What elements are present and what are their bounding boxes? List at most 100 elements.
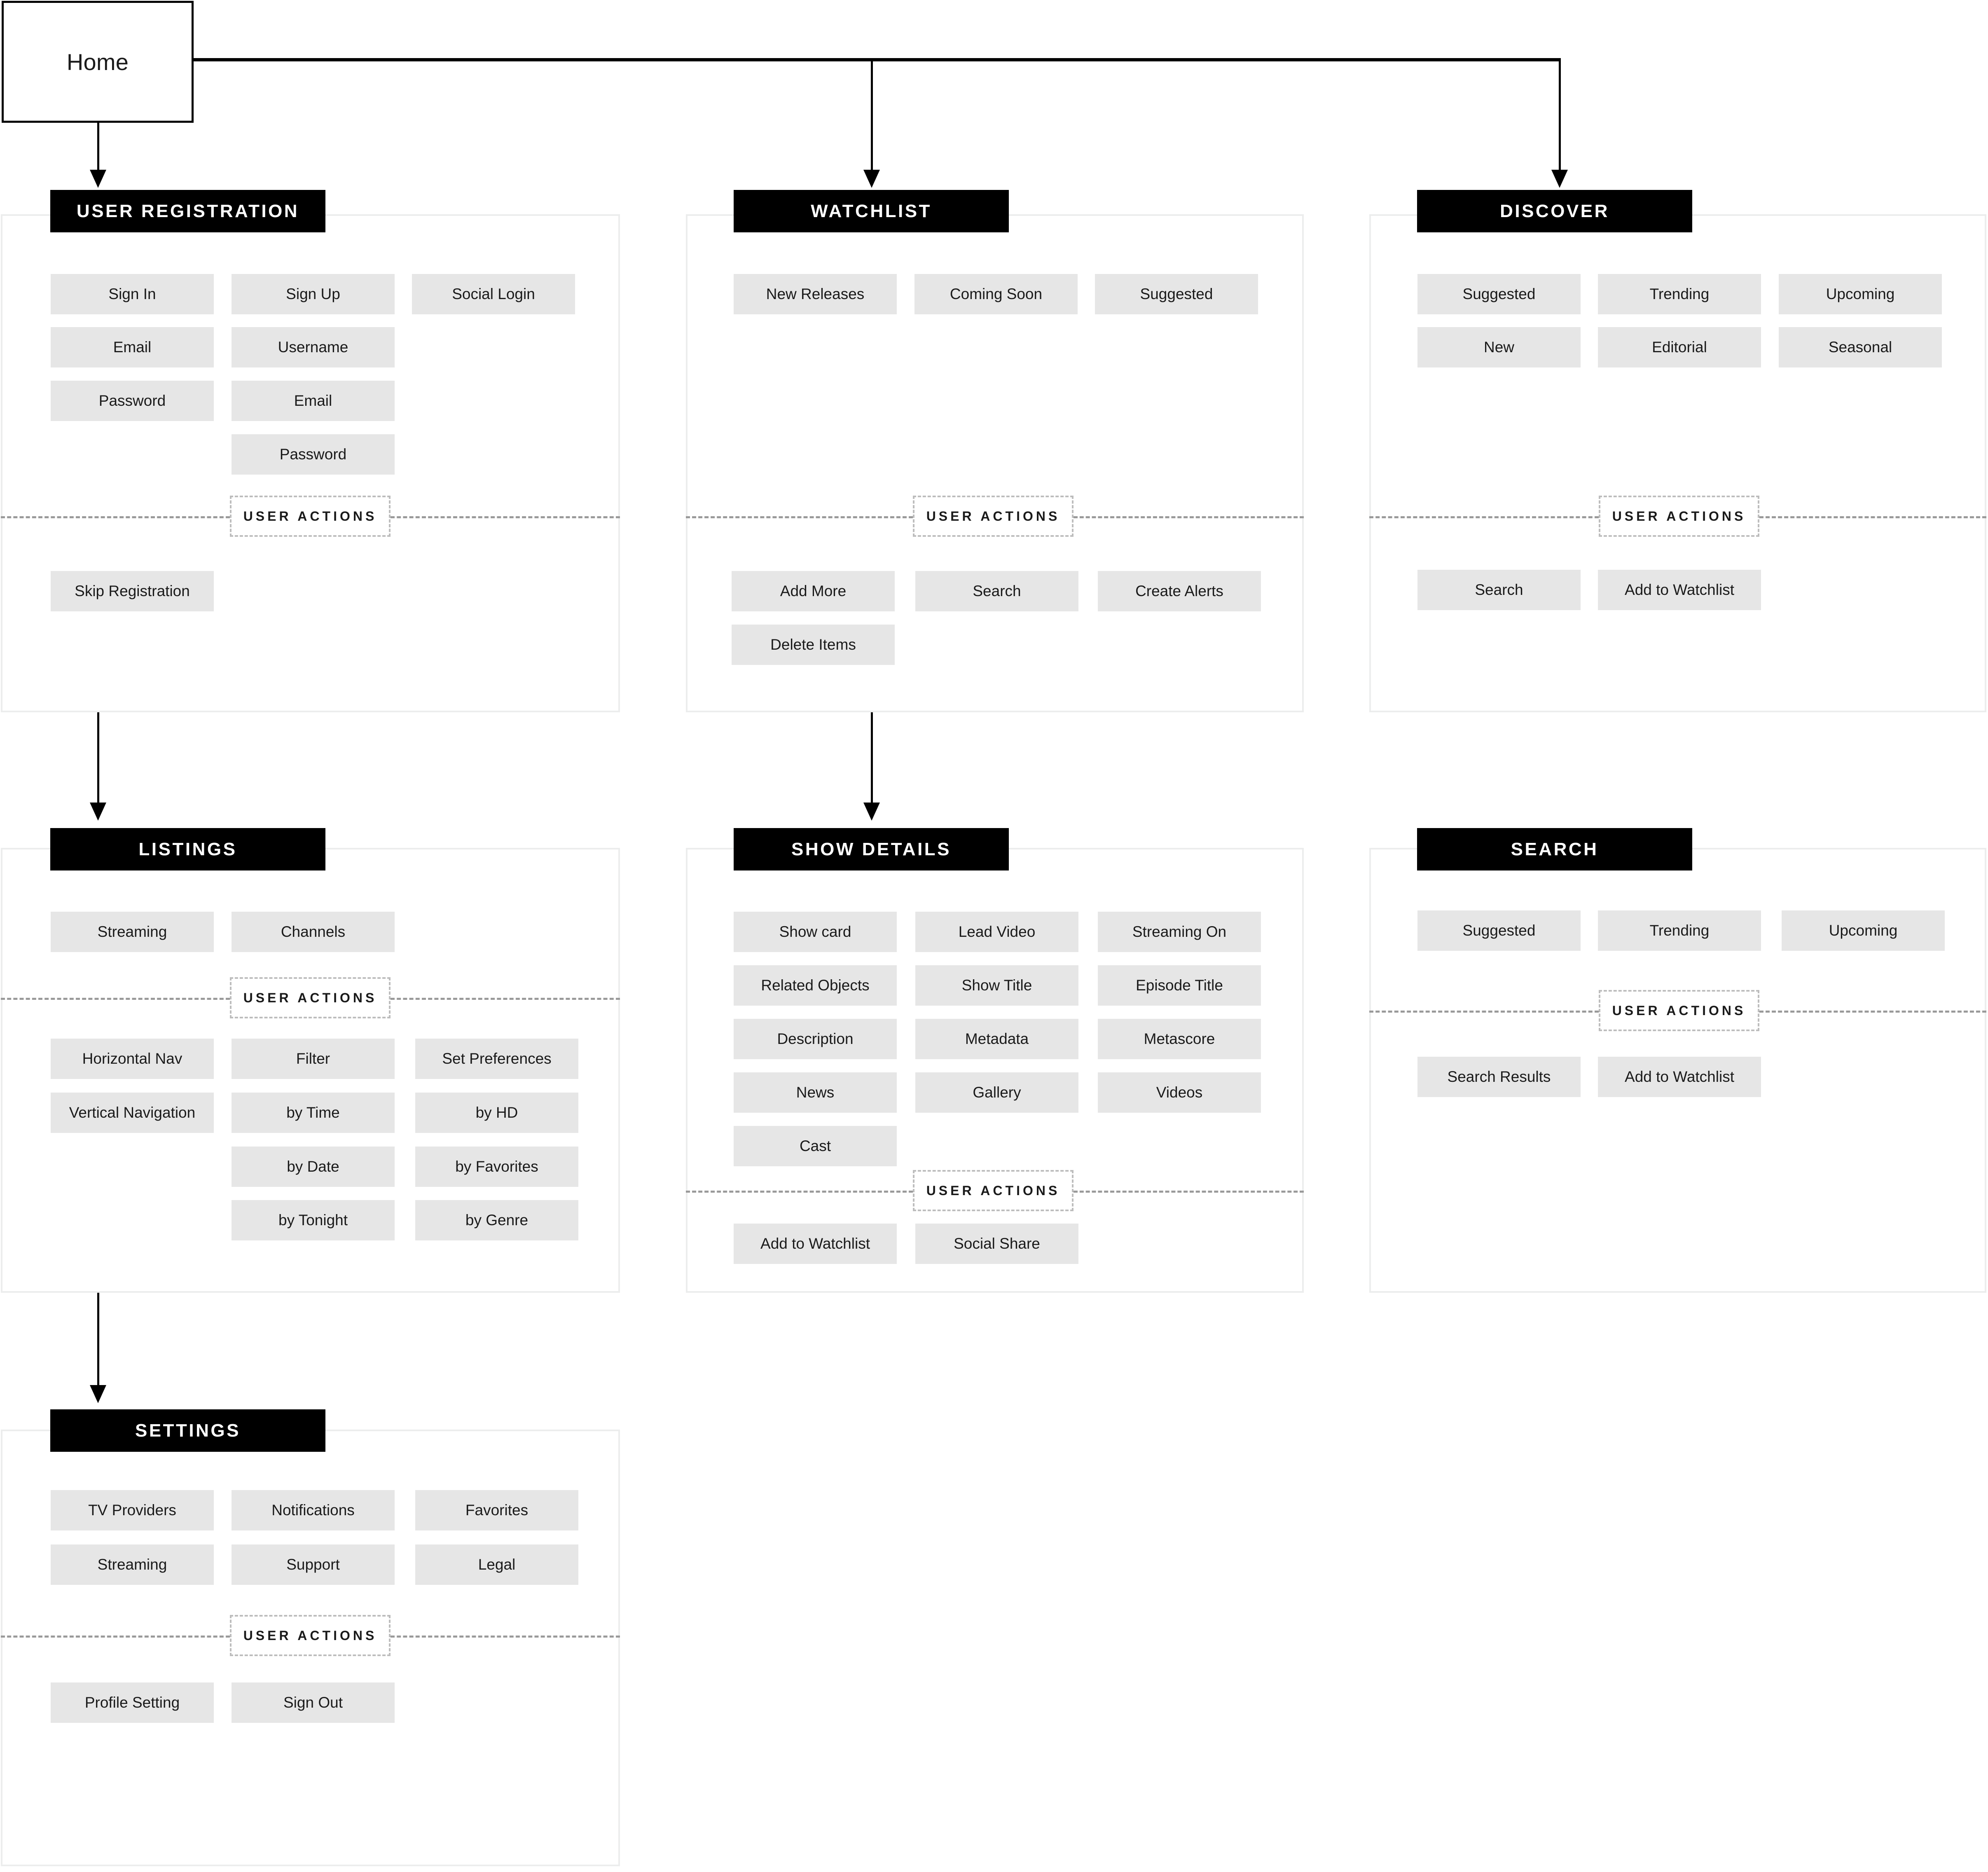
chip-by-tonight[interactable]: by Tonight xyxy=(232,1200,395,1240)
panel-header-discover[interactable]: DISCOVER xyxy=(1417,190,1692,232)
chip-by-hd[interactable]: by HD xyxy=(415,1093,578,1133)
chip-skip-registration[interactable]: Skip Registration xyxy=(51,571,214,611)
chip-channels[interactable]: Channels xyxy=(232,912,395,952)
chip-by-date[interactable]: by Date xyxy=(232,1147,395,1187)
arrowhead-show-details xyxy=(863,803,880,821)
user-actions-divider-right-7 xyxy=(391,1636,620,1638)
user-actions-divider-left-5 xyxy=(686,1191,913,1193)
chip-search-discover[interactable]: Search xyxy=(1417,570,1581,610)
chip-show-title[interactable]: Show Title xyxy=(915,965,1078,1006)
chip-related-objects[interactable]: Related Objects xyxy=(734,965,897,1006)
chip-tv-providers[interactable]: TV Providers xyxy=(51,1490,214,1530)
connector-home-to-discover xyxy=(1559,58,1561,173)
chip-suggested-watchlist[interactable]: Suggested xyxy=(1095,274,1258,314)
chip-password-signin[interactable]: Password xyxy=(51,381,214,421)
chip-profile-setting[interactable]: Profile Setting xyxy=(51,1682,214,1723)
chip-set-preferences[interactable]: Set Preferences xyxy=(415,1039,578,1079)
chip-metascore[interactable]: Metascore xyxy=(1098,1019,1261,1059)
home-node[interactable]: Home xyxy=(2,1,194,123)
chip-seasonal[interactable]: Seasonal xyxy=(1779,327,1942,367)
panel-header-settings[interactable]: SETTINGS xyxy=(50,1409,325,1452)
chip-sign-up[interactable]: Sign Up xyxy=(232,274,395,314)
chip-social-login[interactable]: Social Login xyxy=(412,274,575,314)
chip-streaming-on[interactable]: Streaming On xyxy=(1098,912,1261,952)
user-actions-divider-left-1 xyxy=(1,516,230,518)
user-actions-badge-discover: USER ACTIONS xyxy=(1599,496,1759,537)
chip-notifications[interactable]: Notifications xyxy=(232,1490,395,1530)
arrowhead-user-registration xyxy=(90,170,106,188)
user-actions-badge-watchlist: USER ACTIONS xyxy=(913,496,1074,537)
chip-password-signup[interactable]: Password xyxy=(232,434,395,475)
home-node-label: Home xyxy=(66,49,129,75)
user-actions-divider-left-7 xyxy=(1,1636,230,1638)
user-actions-divider-right-1 xyxy=(391,516,620,518)
chip-by-favorites[interactable]: by Favorites xyxy=(415,1147,578,1187)
user-actions-divider-left-3 xyxy=(1369,516,1599,518)
user-actions-badge-search: USER ACTIONS xyxy=(1599,990,1759,1031)
chip-coming-soon[interactable]: Coming Soon xyxy=(914,274,1078,314)
chip-trending-search[interactable]: Trending xyxy=(1598,910,1761,951)
chip-add-more[interactable]: Add More xyxy=(732,571,895,611)
user-actions-divider-right-2 xyxy=(1074,516,1304,518)
chip-suggested-search[interactable]: Suggested xyxy=(1417,910,1581,951)
chip-lead-video[interactable]: Lead Video xyxy=(915,912,1078,952)
chip-editorial[interactable]: Editorial xyxy=(1598,327,1761,367)
chip-search-results[interactable]: Search Results xyxy=(1417,1057,1581,1097)
chip-metadata[interactable]: Metadata xyxy=(915,1019,1078,1059)
chip-upcoming-discover[interactable]: Upcoming xyxy=(1779,274,1942,314)
chip-gallery[interactable]: Gallery xyxy=(915,1072,1078,1113)
chip-add-to-watchlist-search[interactable]: Add to Watchlist xyxy=(1598,1057,1761,1097)
chip-create-alerts[interactable]: Create Alerts xyxy=(1098,571,1261,611)
panel-header-show-details[interactable]: SHOW DETAILS xyxy=(734,828,1009,870)
chip-new-discover[interactable]: New xyxy=(1417,327,1581,367)
chip-streaming-settings[interactable]: Streaming xyxy=(51,1544,214,1585)
chip-sign-in[interactable]: Sign In xyxy=(51,274,214,314)
chip-streaming-listings[interactable]: Streaming xyxy=(51,912,214,952)
chip-delete-items[interactable]: Delete Items xyxy=(732,625,895,665)
chip-videos[interactable]: Videos xyxy=(1098,1072,1261,1113)
chip-by-genre[interactable]: by Genre xyxy=(415,1200,578,1240)
chip-favorites[interactable]: Favorites xyxy=(415,1490,578,1530)
user-actions-divider-left-4 xyxy=(1,998,230,1000)
arrowhead-discover xyxy=(1551,170,1568,188)
chip-email-signup[interactable]: Email xyxy=(232,381,395,421)
chip-support[interactable]: Support xyxy=(232,1544,395,1585)
chip-show-card[interactable]: Show card xyxy=(734,912,897,952)
chip-new-releases[interactable]: New Releases xyxy=(734,274,897,314)
panel-header-search[interactable]: SEARCH xyxy=(1417,828,1692,870)
chip-username[interactable]: Username xyxy=(232,327,395,367)
chip-horizontal-nav[interactable]: Horizontal Nav xyxy=(51,1039,214,1079)
chip-email-signin[interactable]: Email xyxy=(51,327,214,367)
chip-description[interactable]: Description xyxy=(734,1019,897,1059)
chip-social-share[interactable]: Social Share xyxy=(915,1224,1078,1264)
chip-add-to-watchlist-show-details[interactable]: Add to Watchlist xyxy=(734,1224,897,1264)
connector-home-to-user-registration xyxy=(97,123,99,172)
user-actions-divider-right-3 xyxy=(1759,516,1986,518)
chip-by-time[interactable]: by Time xyxy=(232,1093,395,1133)
connector-listings-to-settings xyxy=(97,1292,99,1388)
chip-upcoming-search[interactable]: Upcoming xyxy=(1782,910,1945,951)
sitemap-canvas: Home USER REGISTRATION Sign In Sign Up S… xyxy=(0,0,1988,1872)
chip-episode-title[interactable]: Episode Title xyxy=(1098,965,1261,1006)
arrowhead-settings xyxy=(90,1385,106,1403)
user-actions-badge-user-registration: USER ACTIONS xyxy=(230,496,391,537)
chip-trending-discover[interactable]: Trending xyxy=(1598,274,1761,314)
panel-header-listings[interactable]: LISTINGS xyxy=(50,828,325,870)
chip-suggested-discover[interactable]: Suggested xyxy=(1417,274,1581,314)
user-actions-divider-left-2 xyxy=(686,516,913,518)
connector-home-to-watchlist xyxy=(871,58,873,173)
chip-filter[interactable]: Filter xyxy=(232,1039,395,1079)
chip-news[interactable]: News xyxy=(734,1072,897,1113)
connector-user-registration-to-listings xyxy=(97,709,99,805)
chip-add-to-watchlist-discover[interactable]: Add to Watchlist xyxy=(1598,570,1761,610)
panel-header-watchlist[interactable]: WATCHLIST xyxy=(734,190,1009,232)
panel-header-user-registration[interactable]: USER REGISTRATION xyxy=(50,190,325,232)
chip-search-watchlist[interactable]: Search xyxy=(915,571,1078,611)
chip-vertical-navigation[interactable]: Vertical Navigation xyxy=(51,1093,214,1133)
chip-sign-out[interactable]: Sign Out xyxy=(232,1682,395,1723)
user-actions-divider-right-4 xyxy=(391,998,620,1000)
user-actions-divider-right-6 xyxy=(1759,1011,1986,1013)
user-actions-divider-right-5 xyxy=(1074,1191,1304,1193)
chip-cast[interactable]: Cast xyxy=(734,1126,897,1166)
chip-legal[interactable]: Legal xyxy=(415,1544,578,1585)
